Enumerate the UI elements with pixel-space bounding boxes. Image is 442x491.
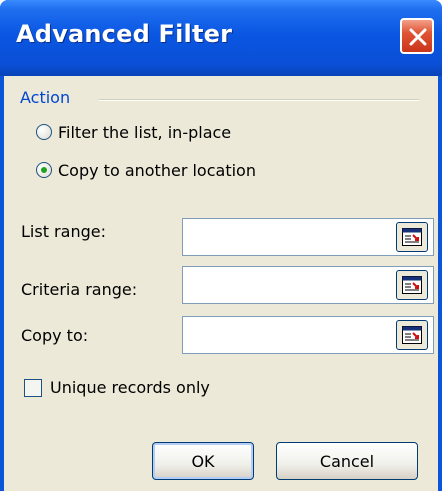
criteria-range-selector-button[interactable] [396, 270, 428, 300]
radio-button[interactable] [36, 124, 52, 140]
ok-button[interactable]: OK [152, 442, 254, 480]
group-divider [99, 99, 419, 101]
unique-records-checkbox-row[interactable]: Unique records only [24, 378, 210, 397]
title-bar[interactable]: Advanced Filter [0, 0, 442, 76]
copy-to-label: Copy to: [21, 326, 89, 345]
advanced-filter-dialog: Advanced Filter Action Filter the list, … [0, 0, 442, 491]
collapse-dialog-icon [402, 276, 422, 294]
unique-records-label: Unique records only [50, 378, 210, 397]
list-range-selector-button[interactable] [396, 222, 428, 252]
radio-filter-in-place[interactable]: Filter the list, in-place [36, 120, 231, 144]
radio-button-selected[interactable] [36, 162, 52, 178]
radio-copy-to-location[interactable]: Copy to another location [36, 158, 256, 182]
criteria-range-label: Criteria range: [21, 280, 138, 299]
collapse-dialog-icon [402, 326, 422, 344]
unique-records-checkbox[interactable] [24, 378, 42, 397]
copy-to-selector-button[interactable] [396, 320, 428, 350]
dialog-title: Advanced Filter [16, 20, 233, 48]
close-button[interactable] [400, 18, 434, 54]
radio-label: Filter the list, in-place [58, 122, 232, 142]
collapse-dialog-icon [402, 228, 422, 246]
dialog-body: Action Filter the list, in-place Copy to… [4, 76, 438, 491]
list-range-label: List range: [21, 222, 106, 241]
close-icon [409, 28, 427, 46]
action-group-label: Action [20, 88, 71, 107]
radio-label: Copy to another location [58, 160, 256, 180]
cancel-button[interactable]: Cancel [276, 442, 418, 480]
